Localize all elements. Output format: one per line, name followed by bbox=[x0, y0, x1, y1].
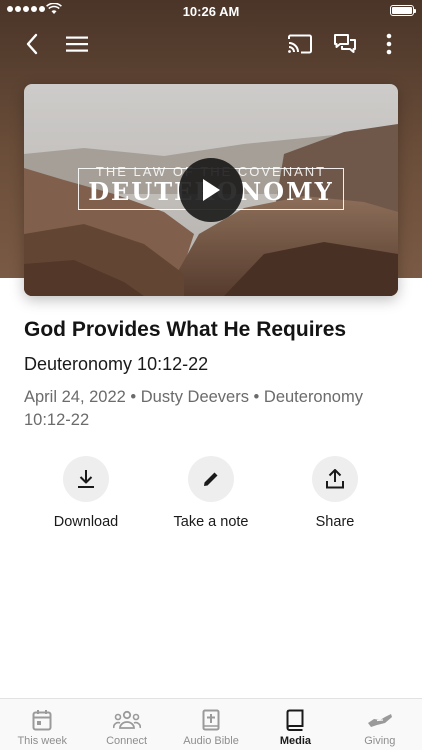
chevron-left-icon bbox=[26, 33, 38, 55]
hamburger-menu-icon bbox=[66, 36, 88, 52]
pencil-icon bbox=[204, 472, 218, 486]
cast-icon bbox=[288, 34, 312, 54]
play-button[interactable] bbox=[179, 158, 243, 222]
top-navigation-bar bbox=[0, 26, 422, 62]
scripture-reference: Deuteronomy 10:12-22 bbox=[24, 354, 209, 374]
tab-connect-label: Connect bbox=[106, 735, 148, 747]
book-icon bbox=[286, 709, 304, 731]
sermon-title: God Provides What He Requires bbox=[24, 318, 347, 341]
tab-media[interactable]: Media bbox=[253, 699, 337, 750]
download-icon bbox=[78, 470, 94, 488]
status-time: 10:26 AM bbox=[182, 4, 240, 19]
more-options-button[interactable] bbox=[371, 26, 407, 62]
share-icon bbox=[326, 469, 344, 489]
bible-plus-icon bbox=[202, 709, 220, 731]
tab-media-label: Media bbox=[279, 735, 312, 747]
cast-button[interactable] bbox=[282, 26, 318, 62]
status-bar: 10:26 AM bbox=[0, 0, 422, 22]
sermon-metadata: April 24, 2022 • Dusty Deevers • Deutero… bbox=[24, 388, 363, 429]
bottom-tab-bar: This week Connect Audio Bible Media Givi… bbox=[0, 698, 422, 750]
chat-button[interactable] bbox=[327, 26, 363, 62]
battery-icon bbox=[390, 5, 416, 16]
take-note-button-circle[interactable] bbox=[188, 456, 234, 502]
video-player[interactable]: THE LAW OF THE COVENANT DEUTERONOMY bbox=[24, 84, 398, 296]
people-icon bbox=[112, 710, 141, 729]
download-button-circle[interactable] bbox=[63, 456, 109, 502]
share-label: Share bbox=[315, 514, 355, 530]
more-vertical-icon bbox=[386, 33, 392, 55]
take-note-button[interactable]: Take a note bbox=[146, 456, 276, 530]
download-label: Download bbox=[53, 514, 119, 530]
play-icon bbox=[203, 179, 220, 201]
take-note-label: Take a note bbox=[173, 514, 249, 530]
tab-giving[interactable]: Giving bbox=[338, 699, 422, 750]
chat-bubbles-icon bbox=[334, 34, 356, 53]
tab-this-week[interactable]: This week bbox=[0, 699, 84, 750]
giving-hand-icon bbox=[367, 714, 392, 727]
tab-audio-bible[interactable]: Audio Bible bbox=[169, 699, 253, 750]
tab-audio-bible-label: Audio Bible bbox=[183, 735, 239, 747]
tab-this-week-label: This week bbox=[17, 735, 67, 747]
tab-giving-label: Giving bbox=[364, 735, 396, 747]
download-button[interactable]: Download bbox=[21, 456, 151, 530]
tab-connect[interactable]: Connect bbox=[84, 699, 168, 750]
share-button-circle[interactable] bbox=[312, 456, 358, 502]
menu-button[interactable] bbox=[59, 26, 95, 62]
back-button[interactable] bbox=[14, 26, 50, 62]
calendar-icon bbox=[32, 710, 52, 731]
share-button[interactable]: Share bbox=[270, 456, 400, 530]
